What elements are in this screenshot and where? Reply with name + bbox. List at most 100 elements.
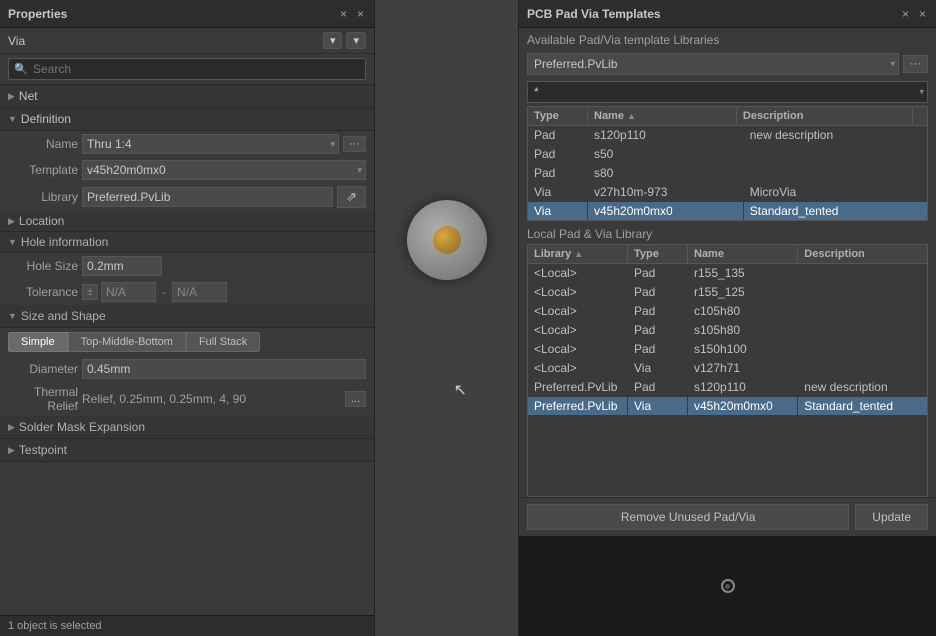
ltd-name-2: c105h80 bbox=[688, 302, 798, 320]
via-menu-btn[interactable]: ▾ bbox=[346, 32, 366, 49]
local-row-2[interactable]: <Local> Pad c105h80 bbox=[528, 302, 927, 321]
thermal-value: Relief, 0.25mm, 0.25mm, 4, 90 bbox=[82, 392, 341, 406]
net-label: Net bbox=[19, 89, 38, 103]
lth-lib: Library ▲ bbox=[528, 245, 628, 263]
tolerance-input2[interactable] bbox=[172, 282, 227, 302]
avail-table-body: Pad s120p110 new description Pad s50 Pad… bbox=[528, 126, 927, 220]
properties-close-btn[interactable]: × bbox=[355, 7, 366, 21]
filter-wrapper: * ▾ bbox=[527, 81, 928, 103]
ltd-name-6: s120p110 bbox=[688, 378, 798, 396]
ltd-desc-1 bbox=[798, 290, 927, 294]
action-row: Remove Unused Pad/Via Update bbox=[519, 497, 936, 536]
ltd-type-0: Pad bbox=[628, 264, 688, 282]
solder-mask-section[interactable]: ▶ Solder Mask Expansion bbox=[0, 416, 374, 439]
via-row: Via ▾ ▾ bbox=[0, 28, 374, 54]
td-type-2: Pad bbox=[528, 164, 588, 182]
net-section[interactable]: ▶ Net bbox=[0, 85, 374, 108]
ltd-name-1: r155_125 bbox=[688, 283, 798, 301]
thermal-label: Thermal Relief bbox=[8, 385, 78, 413]
name-select[interactable]: Thru 1:4 bbox=[82, 134, 339, 154]
ltd-lib-1: <Local> bbox=[528, 283, 628, 301]
thermal-row: Thermal Relief Relief, 0.25mm, 0.25mm, 4… bbox=[0, 382, 374, 416]
local-table-header: Library ▲ Type Name Description bbox=[528, 245, 927, 264]
name-dots-btn[interactable]: ··· bbox=[343, 136, 366, 152]
local-row-5[interactable]: <Local> Via v127h71 bbox=[528, 359, 927, 378]
td-name-3: v27h10m-973 bbox=[588, 183, 744, 201]
local-row-6[interactable]: Preferred.PvLib Pad s120p110 new descrip… bbox=[528, 378, 927, 397]
properties-pin-btn[interactable]: × bbox=[338, 7, 349, 21]
local-row-7[interactable]: Preferred.PvLib Via v45h20m0mx0 Standard… bbox=[528, 397, 927, 416]
properties-title: Properties bbox=[8, 7, 67, 21]
size-shape-section[interactable]: ▼ Size and Shape bbox=[0, 305, 374, 328]
ltd-name-5: v127h71 bbox=[688, 359, 798, 377]
lib-select-wrapper: Preferred.PvLib ▾ bbox=[527, 53, 899, 75]
templates-pin-btn[interactable]: × bbox=[900, 7, 911, 21]
hole-size-input[interactable] bbox=[82, 256, 162, 276]
diameter-input[interactable] bbox=[82, 359, 366, 379]
ltd-name-0: r155_135 bbox=[688, 264, 798, 282]
td-desc-3: MicroVia bbox=[744, 183, 927, 201]
lib-menu-btn[interactable]: ··· bbox=[903, 55, 928, 73]
ltd-name-3: s105h80 bbox=[688, 321, 798, 339]
ltd-desc-5 bbox=[798, 366, 927, 370]
local-row-1[interactable]: <Local> Pad r155_125 bbox=[528, 283, 927, 302]
tab-top-middle-bottom[interactable]: Top-Middle-Bottom bbox=[68, 332, 186, 352]
library-label: Library bbox=[8, 190, 78, 204]
thermal-dots-btn[interactable]: ... bbox=[345, 391, 366, 407]
avail-row-1[interactable]: Pad s50 bbox=[528, 145, 927, 164]
avail-row-3[interactable]: Via v27h10m-973 MicroVia bbox=[528, 183, 927, 202]
avail-row-0[interactable]: Pad s120p110 new description bbox=[528, 126, 927, 145]
ltd-lib-2: <Local> bbox=[528, 302, 628, 320]
ltd-name-4: s150h100 bbox=[688, 340, 798, 358]
local-label: Local Pad & Via Library bbox=[519, 221, 936, 244]
avail-row-4[interactable]: Via v45h20m0mx0 Standard_tented bbox=[528, 202, 927, 220]
td-type-3: Via bbox=[528, 183, 588, 201]
local-row-0[interactable]: <Local> Pad r155_135 bbox=[528, 264, 927, 283]
td-name-0: s120p110 bbox=[588, 126, 744, 144]
lth-desc: Description bbox=[798, 245, 927, 263]
diameter-label: Diameter bbox=[8, 362, 78, 376]
library-select[interactable]: Preferred.PvLib bbox=[527, 53, 899, 75]
library-link-btn[interactable]: ⇗ bbox=[337, 186, 366, 208]
hole-size-label: Hole Size bbox=[8, 259, 78, 273]
filter-btn[interactable]: ▾ bbox=[323, 32, 343, 49]
tab-simple[interactable]: Simple bbox=[8, 332, 68, 352]
via-label: Via bbox=[8, 34, 25, 48]
remove-btn[interactable]: Remove Unused Pad/Via bbox=[527, 504, 849, 530]
td-type-4: Via bbox=[528, 202, 588, 220]
lib-select-row: Preferred.PvLib ▾ ··· bbox=[519, 50, 936, 78]
def-triangle: ▼ bbox=[8, 114, 17, 124]
size-triangle: ▼ bbox=[8, 311, 17, 321]
tab-full-stack[interactable]: Full Stack bbox=[186, 332, 260, 352]
properties-header: Properties × × bbox=[0, 0, 374, 28]
name-select-wrapper: Thru 1:4 ▾ bbox=[82, 134, 339, 154]
ltd-lib-4: <Local> bbox=[528, 340, 628, 358]
def-label: Definition bbox=[21, 112, 71, 126]
th-scroll bbox=[913, 107, 927, 125]
templates-close-btn[interactable]: × bbox=[917, 7, 928, 21]
td-name-4: v45h20m0mx0 bbox=[588, 202, 744, 220]
templates-header: PCB Pad Via Templates × × bbox=[519, 0, 936, 28]
ltd-desc-0 bbox=[798, 271, 927, 275]
testpoint-triangle: ▶ bbox=[8, 445, 15, 456]
filter-select[interactable]: * bbox=[527, 81, 928, 103]
th-name: Name ▲ bbox=[588, 107, 737, 125]
template-select[interactable]: v45h20m0mx0 bbox=[82, 160, 366, 180]
preview-via-inner bbox=[725, 584, 730, 589]
testpoint-section[interactable]: ▶ Testpoint bbox=[0, 439, 374, 462]
update-btn[interactable]: Update bbox=[855, 504, 928, 530]
library-value: Preferred.PvLib bbox=[82, 187, 333, 207]
ltd-name-7: v45h20m0mx0 bbox=[688, 397, 798, 415]
local-row-3[interactable]: <Local> Pad s105h80 bbox=[528, 321, 927, 340]
size-shape-label: Size and Shape bbox=[21, 309, 106, 323]
th-type: Type bbox=[528, 107, 588, 125]
location-section[interactable]: ▶ Location bbox=[0, 211, 374, 232]
search-wrapper: 🔍 bbox=[8, 58, 366, 80]
local-row-4[interactable]: <Local> Pad s150h100 bbox=[528, 340, 927, 359]
tolerance-input[interactable] bbox=[101, 282, 156, 302]
hole-size-row: Hole Size bbox=[0, 253, 374, 279]
search-input[interactable] bbox=[8, 58, 366, 80]
hole-info-section[interactable]: ▼ Hole information bbox=[0, 232, 374, 253]
avail-row-2[interactable]: Pad s80 bbox=[528, 164, 927, 183]
definition-section[interactable]: ▼ Definition bbox=[0, 108, 374, 131]
